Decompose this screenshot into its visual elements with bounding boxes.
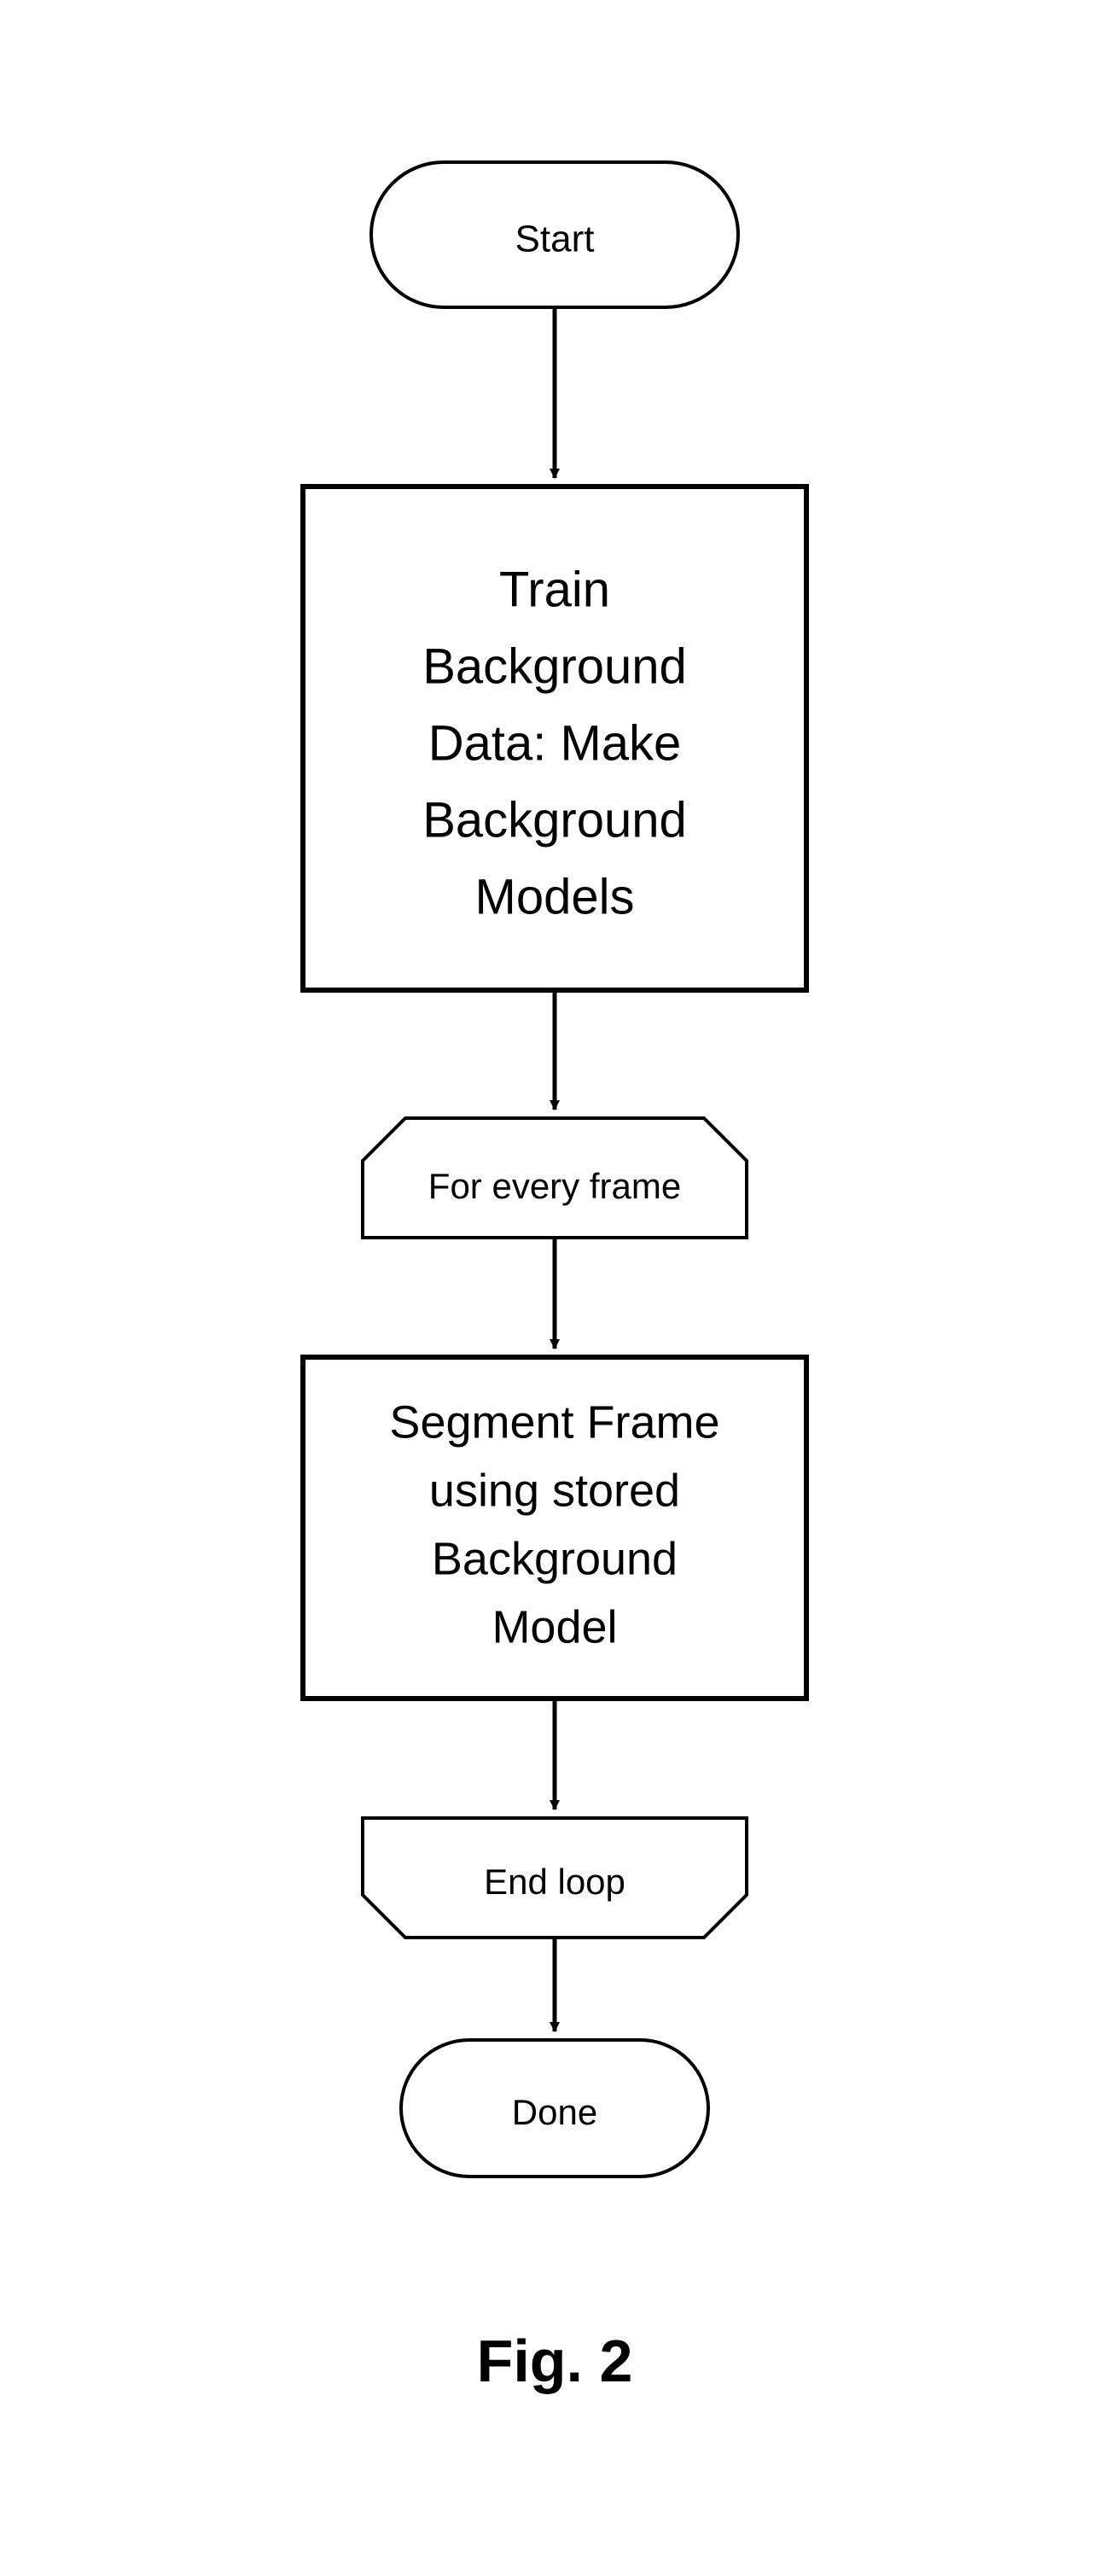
node-segment-l1: Segment Frame xyxy=(389,1396,719,1448)
node-loop-start: For every frame xyxy=(363,1118,747,1238)
node-train-l3: Data: Make xyxy=(428,715,682,771)
node-segment-l2: using stored xyxy=(429,1465,680,1516)
node-train-l4: Background xyxy=(422,792,687,848)
node-start-label: Start xyxy=(515,219,595,260)
node-done-label: Done xyxy=(512,2092,597,2132)
node-done: Done xyxy=(401,2040,708,2177)
node-train: Train Background Data: Make Background M… xyxy=(303,487,806,990)
node-loop-end-label: End loop xyxy=(484,1862,625,1902)
node-loop-start-label: For every frame xyxy=(428,1166,681,1206)
flowchart-svg: Start Train Background Data: Make Backgr… xyxy=(0,0,1117,2576)
node-train-l2: Background xyxy=(422,638,687,694)
node-segment-l4: Model xyxy=(492,1601,617,1652)
node-segment: Segment Frame using stored Background Mo… xyxy=(303,1357,806,1699)
figure-caption: Fig. 2 xyxy=(477,2328,633,2394)
figure-page: Start Train Background Data: Make Backgr… xyxy=(0,0,1117,2576)
node-train-l5: Models xyxy=(475,869,635,924)
node-loop-end: End loop xyxy=(363,1818,747,1938)
node-segment-l3: Background xyxy=(432,1533,678,1584)
node-start: Start xyxy=(371,162,738,307)
node-train-l1: Train xyxy=(499,562,610,617)
